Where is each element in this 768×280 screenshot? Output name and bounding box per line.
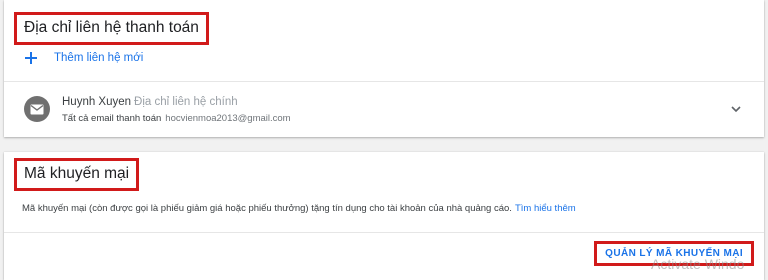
avatar	[24, 96, 50, 122]
primary-contact-tag: Địa chỉ liên hệ chính	[134, 96, 238, 108]
manage-promo-codes-button[interactable]: QUẢN LÝ MÃ KHUYẾN MẠI	[594, 241, 754, 266]
promo-code-title: Mã khuyến mại	[14, 158, 140, 191]
promo-description: Mã khuyến mại (còn được gọi là phiếu giả…	[22, 203, 512, 214]
promo-description-line: Mã khuyến mại (còn được gọi là phiếu giả…	[22, 203, 576, 214]
contact-name: Huynh Xuyen	[62, 96, 132, 108]
add-contact-button[interactable]: Thêm liên hệ mới	[24, 51, 143, 65]
mail-icon	[30, 104, 44, 114]
billing-contact-card: Địa chỉ liên hệ thanh toán Thêm liên hệ …	[4, 0, 764, 137]
add-contact-label: Thêm liên hệ mới	[54, 52, 144, 64]
plus-icon	[24, 51, 38, 65]
contact-email-label: Tất cả email thanh toán	[62, 113, 162, 124]
billing-contact-title: Địa chỉ liên hệ thanh toán	[14, 12, 209, 45]
chevron-down-icon[interactable]	[730, 103, 742, 115]
learn-more-link[interactable]: Tìm hiểu thêm	[515, 203, 576, 214]
divider	[4, 232, 764, 233]
contact-name-line: Huynh Xuyen Địa chỉ liên hệ chính	[62, 96, 238, 108]
promo-code-card: Mã khuyến mại Mã khuyến mại (còn được gọ…	[4, 152, 764, 280]
contact-email-line: Tất cả email thanh toán hocvienmoa2013@gm…	[62, 113, 291, 124]
contact-email: hocvienmoa2013@gmail.com	[165, 113, 291, 124]
contact-item[interactable]: Huynh Xuyen Địa chỉ liên hệ chính Tất cả …	[4, 82, 764, 137]
